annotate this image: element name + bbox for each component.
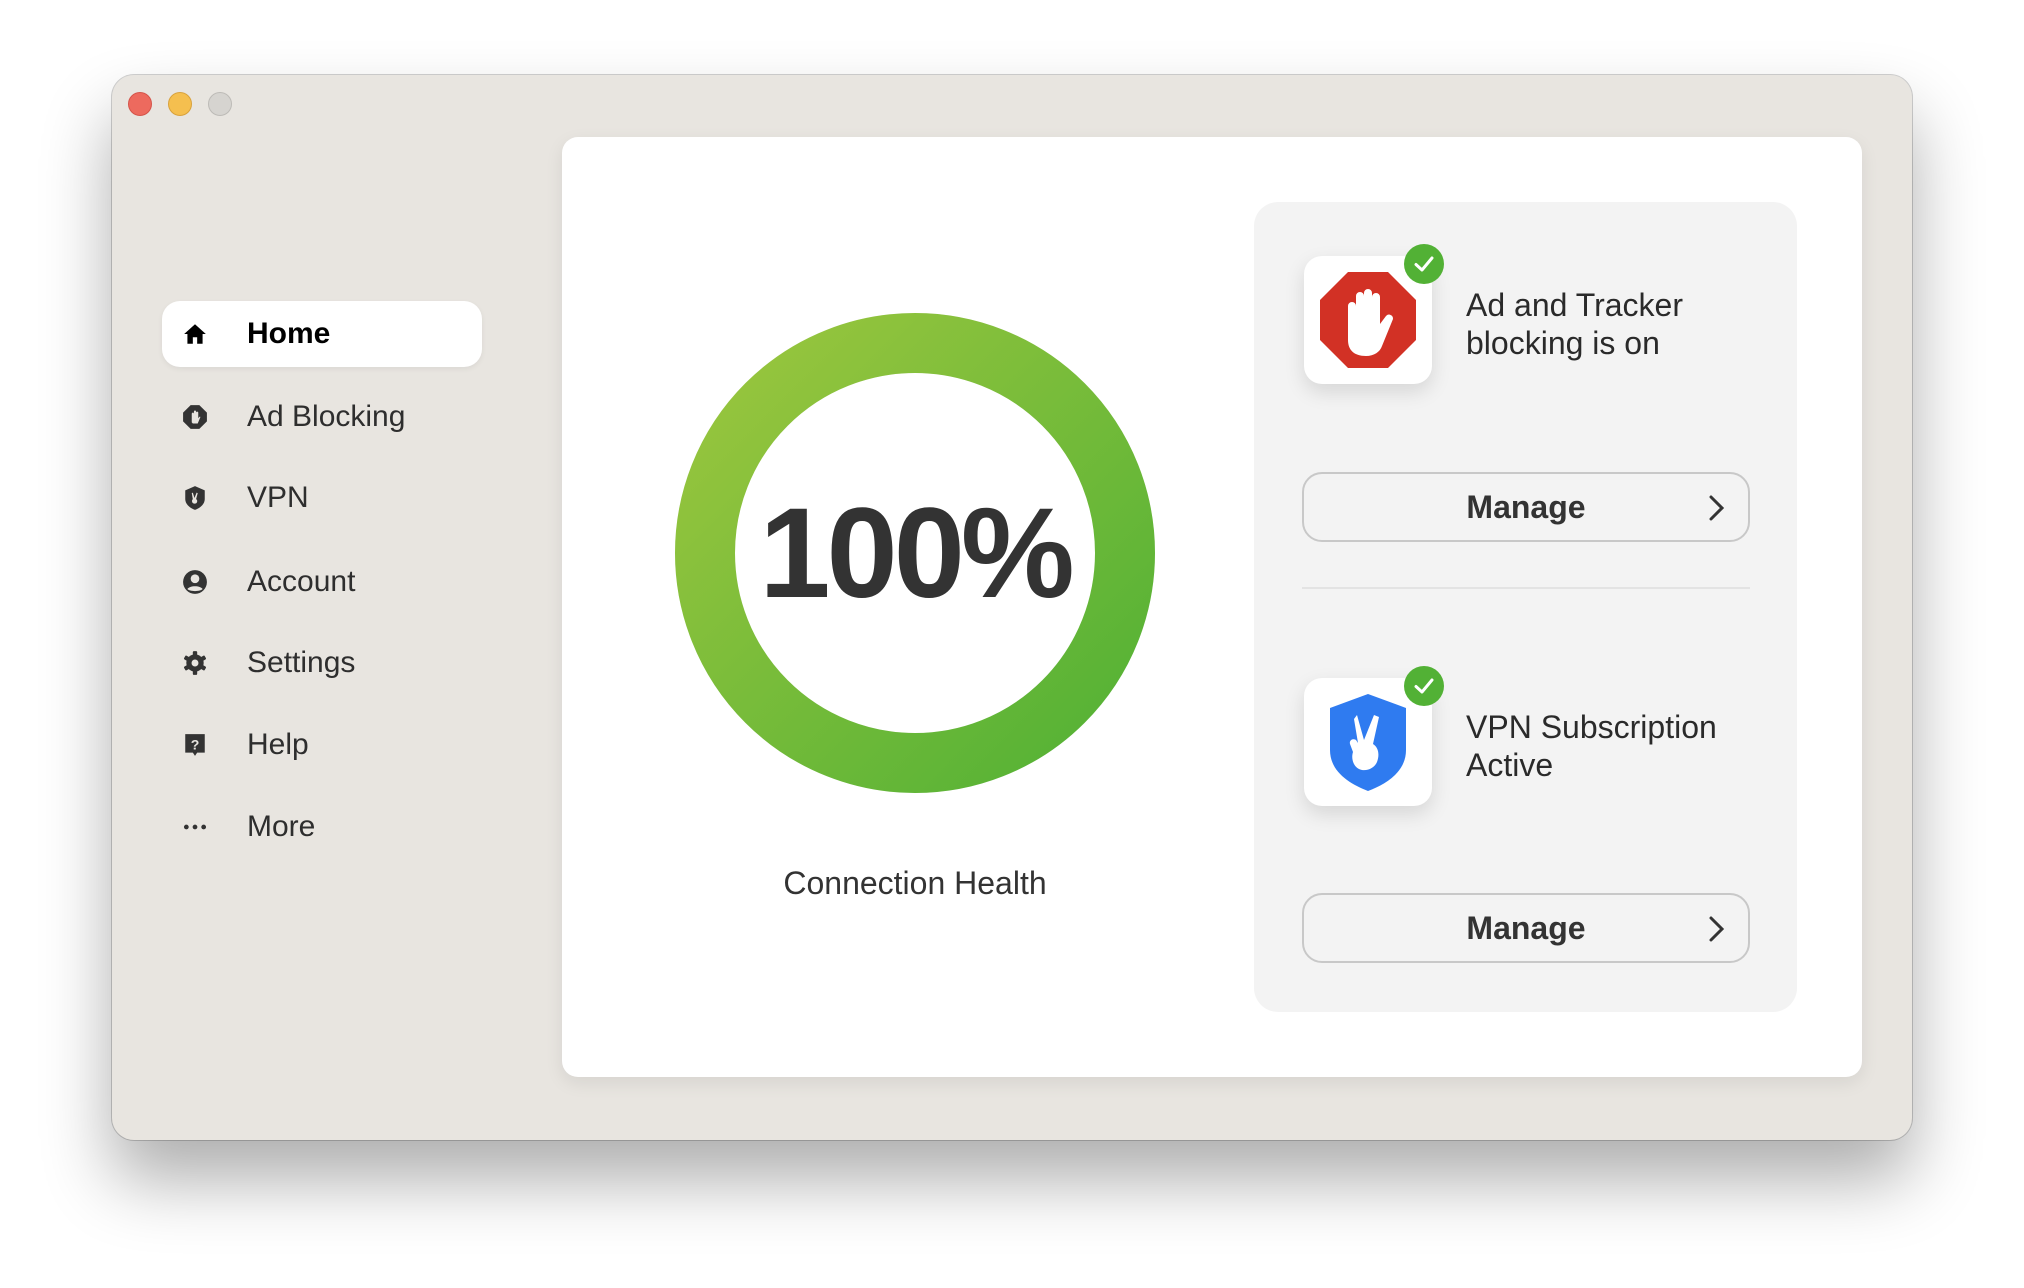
sidebar-item-label: Ad Blocking (247, 400, 406, 433)
sidebar-item-label: Settings (247, 646, 356, 679)
svg-text:?: ? (191, 736, 200, 752)
sidebar-item-more[interactable]: More (162, 794, 482, 860)
health-percentage: 100% (759, 481, 1074, 625)
ad-blocking-check-badge (1404, 244, 1444, 284)
vpn-status-line2: Active (1466, 747, 1554, 783)
check-icon (1414, 256, 1434, 272)
window-close-button[interactable] (128, 92, 152, 116)
section-divider (1302, 587, 1750, 589)
vpn-check-badge (1404, 666, 1444, 706)
manage-button-label: Manage (1466, 909, 1586, 946)
sidebar-item-settings[interactable]: Settings (162, 630, 482, 696)
sidebar-item-label: More (247, 810, 316, 843)
home-icon (182, 321, 208, 347)
window-maximize-button[interactable] (208, 92, 232, 116)
check-icon (1414, 678, 1434, 694)
vpn-status-line1: VPN Subscription (1466, 709, 1717, 745)
ad-blocking-status-line1: Ad and Tracker (1466, 287, 1683, 323)
health-label: Connection Health (783, 865, 1047, 901)
chevron-right-icon (1709, 495, 1725, 521)
sidebar-item-vpn[interactable]: VPN (162, 465, 482, 531)
window-minimize-button[interactable] (168, 92, 192, 116)
help-icon: ? (182, 732, 208, 758)
chevron-right-icon (1709, 916, 1725, 942)
sidebar-item-label: Help (247, 728, 309, 761)
manage-button-label: Manage (1466, 488, 1586, 525)
ellipsis-icon (182, 814, 208, 840)
sidebar-item-help[interactable]: ? Help (162, 712, 482, 778)
sidebar-item-label: Account (247, 565, 356, 598)
sidebar-item-account[interactable]: Account (162, 549, 482, 615)
sidebar-item-label: VPN (247, 481, 309, 514)
sidebar-item-label: Home (247, 317, 331, 350)
main-card: 100% Connection Health Ad and Tracker bl… (562, 137, 1862, 1077)
shield-peace-icon (1330, 694, 1406, 791)
stop-hand-icon (182, 404, 208, 430)
sidebar-item-ad-blocking[interactable]: Ad Blocking (162, 384, 482, 450)
status-panel: Ad and Tracker blocking is on Manage VPN… (1254, 202, 1797, 1012)
user-circle-icon (182, 569, 208, 595)
vpn-status-text: VPN Subscription Active (1466, 708, 1766, 784)
gear-icon (182, 650, 208, 676)
manage-vpn-button[interactable]: Manage (1302, 893, 1750, 963)
app-window: Home Ad Blocking VPN Account Settings ? … (112, 75, 1912, 1140)
ad-blocking-status-line2: blocking is on (1466, 325, 1660, 361)
stop-hand-icon (1320, 272, 1416, 368)
shield-peace-icon (182, 485, 208, 511)
ad-blocking-status-text: Ad and Tracker blocking is on (1466, 286, 1766, 362)
manage-ad-blocking-button[interactable]: Manage (1302, 472, 1750, 542)
sidebar-item-home[interactable]: Home (162, 301, 482, 367)
